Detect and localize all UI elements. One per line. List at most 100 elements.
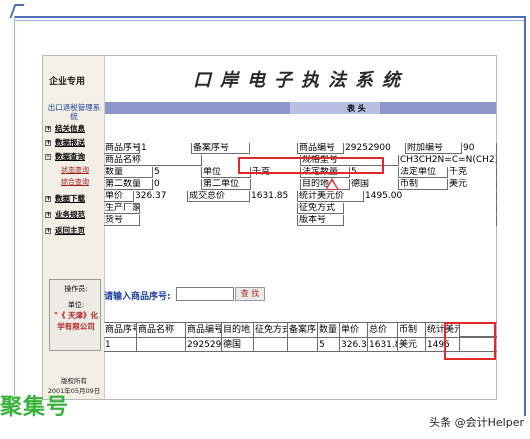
form-value[interactable]: 90 (462, 143, 497, 154)
section-title: 表 头 (347, 104, 366, 113)
grid-header-row: 商品序号商品名称商品编号目的地征免方式备案序号数量单价总价币制统计美元价 (104, 322, 497, 337)
form-label: 商品编号 (298, 143, 344, 154)
sidebar-item-label: 数据下载 (55, 194, 85, 203)
section-tab (290, 102, 380, 114)
expand-icon[interactable]: + (45, 196, 51, 202)
form-value[interactable] (344, 203, 497, 214)
sidebar-item-data-submit[interactable]: + 数据报送 (45, 137, 85, 148)
grid-header-cell: 备案序号 (288, 323, 318, 337)
form-label: 附加编号 (406, 143, 462, 154)
form-label: 单价 (104, 191, 134, 202)
form-row: 第二数量 0 第二单位 目的地 德国 币制 美元 (104, 179, 497, 190)
grid-cell: 5 (318, 338, 340, 352)
form-value[interactable] (140, 215, 298, 226)
operator-label: 操作员: (64, 285, 88, 293)
grid-header-cell: 征免方式 (254, 323, 288, 337)
watermark-text: 头条 @会计Helper (429, 416, 524, 429)
unit-name: "《 天津》化学有限公司 (53, 311, 99, 331)
expand-icon[interactable]: + (45, 126, 51, 132)
sidebar-item-data-download[interactable]: + 数据下载 (45, 193, 85, 204)
table-row[interactable]: 129252900德国5326.371631.85美元1495 (104, 337, 497, 352)
form-value[interactable]: 美元 (448, 179, 497, 190)
sidebar-item-business-rules[interactable]: + 业务规范 (45, 209, 85, 220)
form-row: 商品序号 1 备案序号 商品编号 29252900 附加编号 90 (104, 143, 497, 154)
form-value[interactable]: 德国 (350, 179, 399, 190)
slide-top-rule (14, 16, 524, 18)
form-value[interactable]: CH3CH2N=C=N(CH2)3N(CH3)2 · HCL E (399, 155, 497, 166)
grid-cell: 美元 (398, 338, 426, 352)
grid-header-cell: 总价 (368, 323, 398, 337)
form-row: 货号 版本号 (104, 215, 497, 226)
form-label: 版本号 (298, 215, 344, 226)
form-row: 单价 326.37 成交总价 1631.85 统计美元价 1495.00 (104, 191, 497, 202)
form-label: 数量 (104, 167, 153, 178)
app-header: 企业专用 口岸电子执法系统 (43, 56, 496, 101)
sidebar-item-label: 数据查询 (55, 152, 85, 161)
form-value[interactable] (250, 143, 298, 154)
sidebar-item-label: 返回主页 (55, 226, 85, 235)
sidebar-item-label: 业务规范 (55, 210, 85, 219)
collapse-icon[interactable]: - (45, 154, 51, 160)
sidebar-subitem-status-query[interactable]: 状态查询 (61, 165, 89, 175)
form-label: 成交总价 (188, 191, 250, 202)
copyright-text: 版权所有 (61, 377, 87, 385)
form-value[interactable]: 1631.85 (250, 191, 298, 202)
form-label: 法定单位 (399, 167, 448, 178)
system-title: 口岸电子执法系统 (193, 70, 409, 91)
grid-cell: 326.37 (341, 338, 368, 352)
sidebar-item-home[interactable]: + 返回主页 (45, 225, 85, 236)
form-label: 货号 (104, 215, 140, 226)
form-value[interactable]: 千克 (448, 167, 497, 178)
grid-cell: 德国 (222, 338, 254, 352)
expand-icon[interactable]: + (45, 140, 51, 146)
form-label: 征免方式 (298, 203, 344, 214)
form-value[interactable] (251, 179, 301, 190)
slide-top-rule-thin (14, 20, 524, 21)
form-value[interactable]: 1 (140, 143, 192, 154)
section-bar: 表 头 (105, 102, 496, 114)
form-label: 生产厂家 (105, 203, 140, 214)
form-value[interactable] (140, 203, 298, 214)
grid-header-cell: 单价 (340, 323, 368, 337)
item-number-input[interactable] (176, 287, 234, 301)
form-value[interactable]: 1495.00 (364, 191, 497, 202)
find-button[interactable]: 查 找 (235, 287, 265, 301)
highlight-box-grid-price (444, 322, 496, 360)
grid-cell (288, 338, 318, 352)
grid-cell: 1631.85 (368, 338, 398, 352)
item-number-label: 请输入商品序号: (104, 292, 171, 302)
form-label: 商品名称 (104, 155, 202, 166)
grid-cell (137, 338, 186, 352)
form-label: 备案序号 (192, 143, 250, 154)
warning-triangle-inner (327, 181, 337, 189)
sidebar-title: 出口退税管理系统 (47, 103, 101, 121)
grid-cell: 1 (104, 338, 137, 352)
sidebar-item-data-query[interactable]: - 数据查询 (45, 151, 85, 162)
expand-icon[interactable]: + (45, 212, 51, 218)
unit-label: 单位: (67, 301, 85, 309)
grid-header-cell: 币制 (398, 323, 426, 337)
grid-header-cell: 商品编号 (186, 323, 222, 337)
sidebar-item-label: 结关信息 (55, 124, 85, 133)
form-value[interactable]: 0 (153, 179, 202, 190)
form-label: 第二单位 (202, 179, 251, 190)
form-value[interactable]: 5 (153, 167, 202, 178)
form-row: 生产厂家 征免方式 (104, 203, 497, 214)
grid-cell (254, 338, 288, 352)
form-value[interactable]: 326.37 (134, 191, 188, 202)
brand-logo-text: 聚集号 (0, 395, 70, 420)
header-left-panel: 企业专用 (43, 56, 105, 101)
grid-header-cell: 数量 (318, 323, 340, 337)
form-label: 统计美元价 (298, 191, 364, 202)
grid-cell: 29252900 (187, 338, 222, 352)
slide-left-rule (14, 16, 15, 396)
expand-icon[interactable]: + (45, 228, 51, 234)
operator-panel: 操作员: 单位: "《 天津》化学有限公司 (49, 279, 101, 351)
corp-label: 企业专用 (49, 77, 86, 87)
sidebar-subitem-general-query[interactable]: 综合查询 (61, 177, 89, 187)
form-value[interactable] (344, 215, 497, 226)
form-label: 商品序号 (105, 143, 140, 154)
sidebar-item-customs-info[interactable]: + 结关信息 (45, 123, 85, 134)
form-value[interactable]: 29252900 (344, 143, 406, 154)
form-label: 第二数量 (104, 179, 153, 190)
